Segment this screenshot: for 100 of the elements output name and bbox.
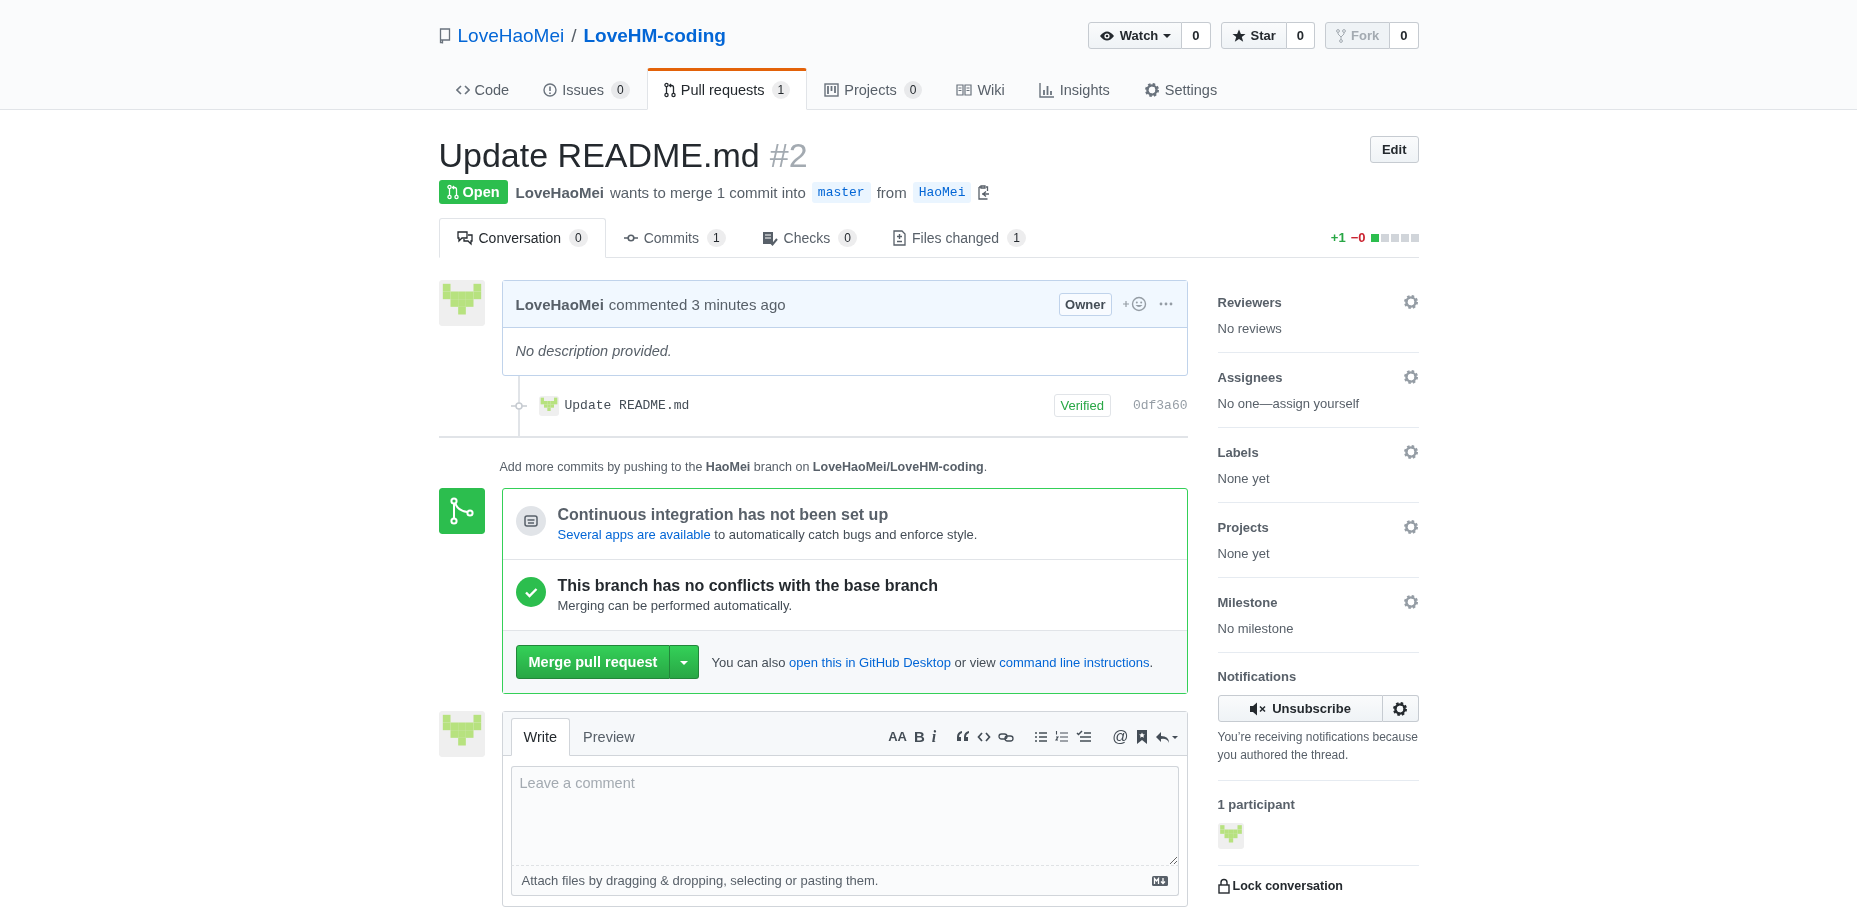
pull-request-icon (663, 82, 676, 98)
tab-counter: 0 (569, 229, 588, 247)
sidebar-value: No one—assign yourself (1217, 396, 1361, 411)
bookmark-icon[interactable] (1135, 728, 1148, 745)
gear-icon[interactable] (1402, 519, 1419, 535)
mute-icon (1249, 700, 1268, 717)
book-icon (956, 82, 973, 98)
gear-icon[interactable] (1402, 444, 1419, 460)
gear-icon[interactable] (1402, 369, 1419, 385)
editor-tab[interactable]: Preview (570, 718, 648, 756)
gear-icon (1143, 82, 1160, 98)
repo-owner-link[interactable]: LoveHaoMei (457, 24, 565, 47)
path-separator: / (571, 24, 577, 47)
pr-tab[interactable]: Conversation 0 (438, 218, 606, 258)
sidebar-heading: 1 participant (1217, 797, 1295, 812)
attach-hint: Attach files by dragging & dropping, selecting or pasting them. (521, 873, 879, 888)
status-title: Continuous integration has not been set up (557, 506, 890, 524)
star-button[interactable]: Star (1220, 22, 1287, 49)
repo-tab[interactable]: Code (438, 68, 527, 110)
repo-tab[interactable]: Projects 0 (807, 68, 940, 110)
unsubscribe-button[interactable]: Unsubscribe (1217, 695, 1383, 722)
push-hint: Add more commits by pushing to the HaoMei branch on LoveHaoMei/LoveHM-coding. (499, 460, 989, 474)
heading-button[interactable]: AA (888, 729, 907, 744)
tab-counter: 0 (838, 229, 857, 247)
repo-icon (438, 27, 451, 44)
sidebar-heading: Milestone (1217, 594, 1278, 610)
pr-tab[interactable]: Files changed 1 (875, 218, 1044, 258)
role-label: Owner (1059, 292, 1112, 316)
board-icon (824, 82, 840, 98)
tab-counter: 1 (1007, 229, 1026, 247)
task-list-icon[interactable] (1076, 728, 1093, 745)
repo-tab[interactable]: Wiki (939, 68, 1022, 110)
merge-link[interactable]: command line instructions (999, 654, 1150, 670)
lock-icon (1217, 878, 1230, 894)
bold-button[interactable]: B (913, 728, 925, 745)
branch-icon (438, 488, 485, 534)
apps-link[interactable]: Several apps are available (557, 527, 711, 542)
sidebar-heading: Notifications (1217, 669, 1297, 684)
tab-counter: 0 (903, 81, 923, 99)
author-link[interactable]: LoveHaoMei (515, 295, 604, 313)
add-reaction-icon[interactable] (1121, 295, 1148, 313)
status-title: This branch has no conflicts with the base branch (557, 577, 938, 595)
diff-icon (893, 230, 906, 246)
check-icon (515, 577, 546, 607)
merge-text: wants to merge 1 commit into (609, 183, 806, 201)
lock-conversation-link[interactable]: Lock conversation (1217, 866, 1419, 894)
gear-icon[interactable] (1402, 594, 1419, 610)
sidebar-value: None yet (1217, 471, 1271, 486)
numbered-list-icon[interactable] (1055, 728, 1070, 745)
italic-button[interactable]: i (931, 727, 937, 746)
bar-chart-icon (1038, 82, 1055, 98)
state-label: Open (438, 180, 508, 204)
comment-field[interactable]: Leave a comment (510, 766, 1179, 866)
notification-settings-button[interactable] (1382, 695, 1419, 722)
speech-bubbles-icon (456, 230, 473, 246)
commit-message[interactable]: Update README.md (564, 398, 1048, 413)
gear-icon[interactable] (1402, 294, 1419, 310)
watch-count[interactable]: 0 (1182, 22, 1211, 49)
sidebar-value: None yet (1217, 546, 1271, 561)
editor-tab[interactable]: Write (510, 718, 571, 756)
checklist-icon (761, 230, 778, 246)
pull-request-icon (446, 184, 459, 200)
edit-button[interactable]: Edit (1369, 136, 1419, 163)
author-link[interactable]: LoveHaoMei (515, 183, 604, 201)
pr-number: #2 (769, 136, 808, 174)
tab-counter: 1 (706, 229, 726, 247)
status-text: Several apps are available to automatically catch bugs and enforce style. (557, 527, 978, 542)
pr-tab[interactable]: Checks 0 (743, 218, 875, 258)
mention-button[interactable]: @ (1112, 727, 1129, 746)
repo-name-link[interactable]: LoveHM-coding (583, 24, 726, 47)
repo-tab[interactable]: Settings (1126, 68, 1235, 110)
sidebar-heading: Labels (1217, 444, 1259, 460)
pr-tab[interactable]: Commits 1 (605, 218, 744, 258)
star-count[interactable]: 0 (1286, 22, 1316, 49)
sidebar-heading: Assignees (1217, 369, 1283, 385)
merge-options-button[interactable] (670, 645, 700, 679)
deletions-count: −0 (1350, 230, 1366, 245)
comment-time: commented 3 minutes ago (608, 295, 786, 313)
repo-tab[interactable]: Issues 0 (526, 68, 647, 110)
caret-icon (1163, 32, 1172, 39)
gear-icon (1392, 700, 1408, 717)
sidebar-heading: Reviewers (1217, 294, 1282, 310)
clipboard-icon[interactable] (977, 184, 992, 200)
bot-icon (515, 506, 546, 536)
pr-title: Update README.md (438, 136, 760, 174)
comment-body: No description provided. (514, 342, 673, 361)
repo-tab[interactable]: Pull requests 1 (646, 68, 808, 110)
additions-count: +1 (1330, 230, 1346, 245)
fork-icon (1336, 27, 1347, 44)
sidebar-heading: Projects (1217, 519, 1269, 535)
caret-icon (680, 660, 689, 667)
branch-name[interactable]: master (811, 181, 871, 203)
branch-name[interactable]: HaoMei (912, 181, 972, 203)
merge-link[interactable]: open this in GitHub Desktop (789, 654, 951, 670)
repo-tab[interactable]: Insights (1021, 68, 1127, 110)
markdown-icon (1151, 875, 1168, 886)
issue-icon (543, 82, 558, 98)
merge-text: from (876, 183, 907, 201)
watch-button[interactable]: Watch (1087, 22, 1183, 49)
sidebar-value: No milestone (1217, 621, 1295, 636)
